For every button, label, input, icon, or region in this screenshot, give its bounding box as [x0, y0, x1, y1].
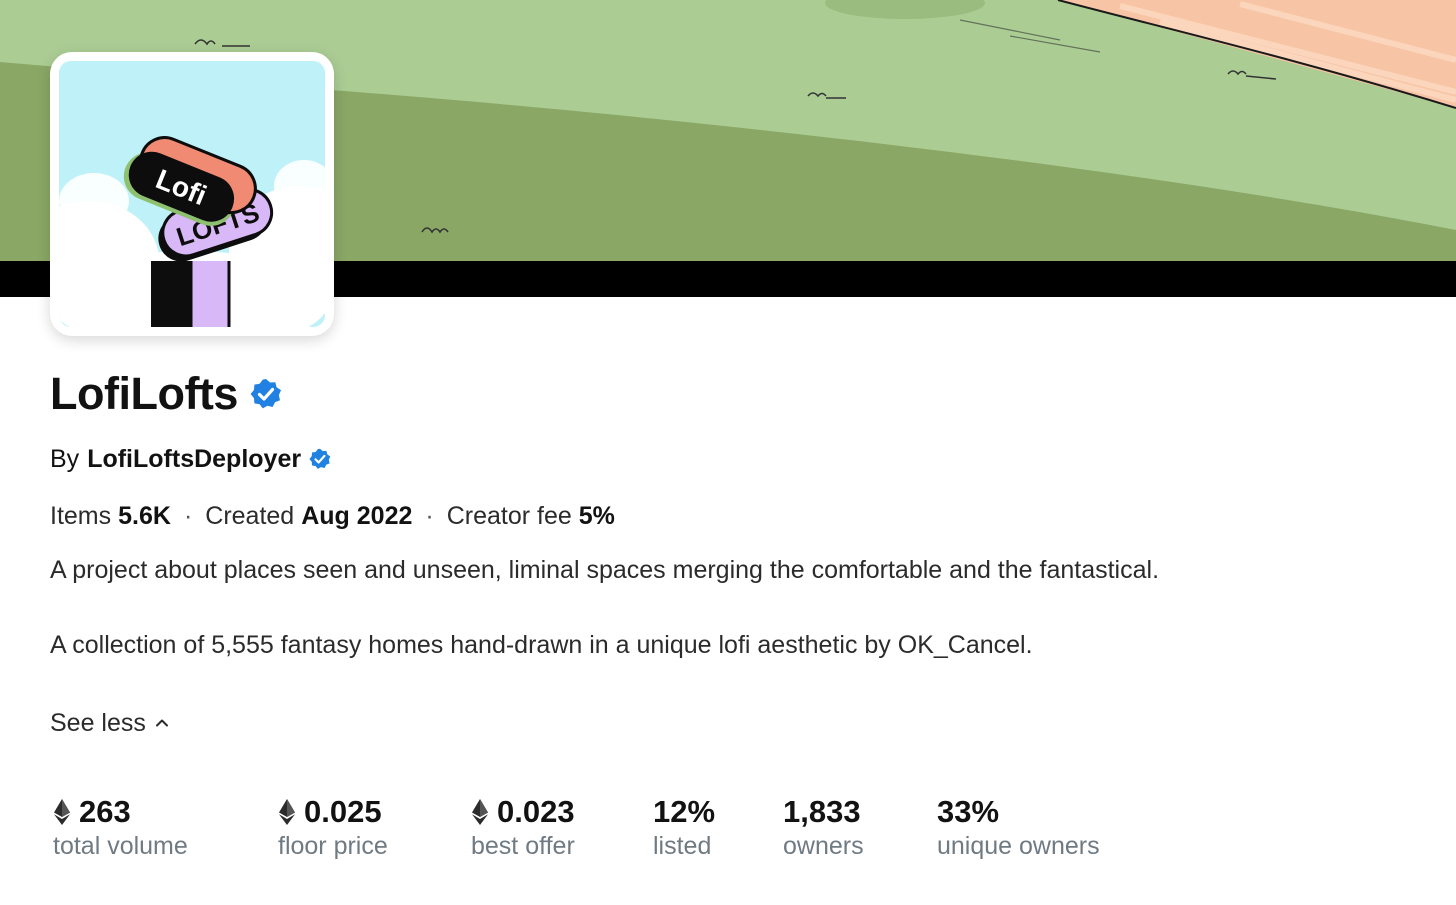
stat-value: 12% [653, 794, 716, 829]
meta-fee-label: Creator fee [446, 501, 572, 530]
stat-value-row: 1,833 [783, 793, 937, 831]
meta-separator: · [425, 501, 434, 530]
verified-badge-icon [250, 379, 281, 409]
stat-value: 1,833 [783, 794, 861, 829]
avatar-image: LOFTS Lofi [59, 61, 325, 327]
eth-icon [54, 799, 70, 825]
description-paragraph: A project about places seen and unseen, … [50, 556, 1160, 584]
lofi-lofts-logo: LOFTS Lofi [59, 61, 325, 327]
meta-creator-fee: Creator fee 5% [447, 502, 615, 531]
stat-value-row: 0.025 [278, 793, 471, 831]
collection-avatar[interactable]: LOFTS Lofi [50, 52, 334, 336]
stat-value: 33% [937, 794, 1000, 829]
stat-value-row: 263 [53, 793, 278, 831]
verified-badge-icon [309, 448, 331, 469]
meta-items: Items 5.6K [50, 502, 171, 531]
meta-created-value: Aug 2022 [301, 501, 413, 530]
meta-created-label: Created [205, 501, 295, 530]
collection-stats: 263 total volume 0.025 floor price 0.023… [53, 793, 1137, 861]
see-less-label: See less [50, 708, 146, 737]
meta-created: Created Aug 2022 [205, 502, 412, 531]
meta-items-value: 5.6K [118, 501, 171, 530]
stat-label: unique owners [937, 832, 1100, 860]
description-paragraph: A collection of 5,555 fantasy homes hand… [50, 631, 1033, 659]
chevron-up-icon [155, 719, 168, 727]
collection-meta: Items 5.6K · Created Aug 2022 · Creator fe… [50, 500, 615, 532]
stat-value-row: 0.023 [471, 793, 653, 831]
meta-fee-value: 5% [578, 501, 615, 530]
byline-prefix: By [50, 444, 80, 473]
stat-listed[interactable]: 12% listed [653, 793, 783, 861]
collection-header: LofiLofts [50, 366, 282, 422]
see-less-button[interactable]: See less [50, 707, 170, 739]
stat-owners[interactable]: 1,833 owners [783, 793, 937, 861]
stat-value: 263 [79, 794, 131, 829]
eth-icon [472, 799, 488, 825]
collection-title: LofiLofts [50, 368, 238, 419]
stat-label: owners [783, 832, 864, 860]
creator-link[interactable]: LofiLoftsDeployer [87, 445, 301, 474]
meta-items-label: Items [50, 501, 112, 530]
stat-unique-owners[interactable]: 33% unique owners [937, 793, 1137, 861]
stat-label: listed [653, 832, 712, 860]
stat-label: best offer [471, 832, 575, 860]
stat-value: 0.025 [304, 794, 382, 829]
stat-value-row: 33% [937, 793, 1137, 831]
eth-icon [279, 799, 295, 825]
stat-best-offer[interactable]: 0.023 best offer [471, 793, 653, 861]
stat-label: total volume [53, 832, 188, 860]
stat-label: floor price [278, 832, 388, 860]
stat-total-volume[interactable]: 263 total volume [53, 793, 278, 861]
creator-byline: By LofiLoftsDeployer [50, 443, 331, 475]
stat-value-row: 12% [653, 793, 783, 831]
stat-floor-price[interactable]: 0.025 floor price [278, 793, 471, 861]
meta-separator: · [183, 501, 193, 530]
stat-value: 0.023 [497, 794, 575, 829]
